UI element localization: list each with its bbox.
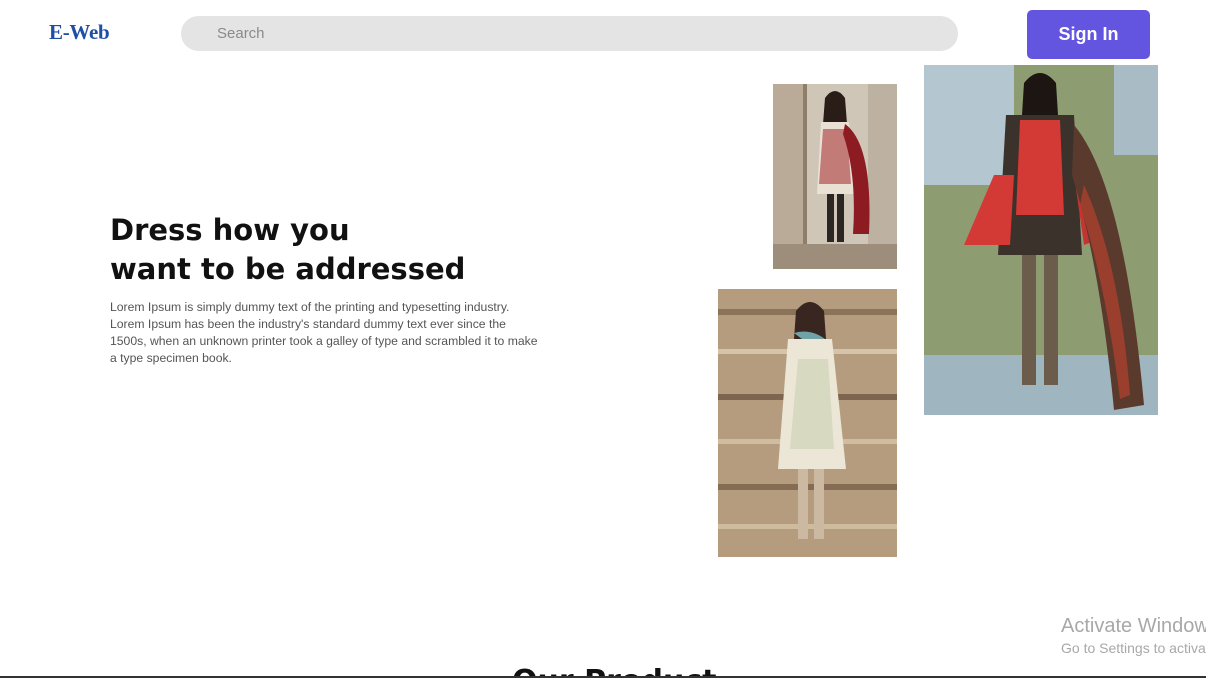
- hero-title: Dress how you want to be addressed: [110, 211, 530, 289]
- model-printed-kurta-photo: [773, 84, 897, 269]
- model-red-black-kurta-photo: [924, 65, 1158, 415]
- sign-in-button[interactable]: Sign In: [1027, 10, 1150, 59]
- hero-title-line-1: Dress how you: [110, 213, 350, 247]
- watermark-title: Activate Windows: [1061, 615, 1206, 637]
- hero-title-line-2: want to be addressed: [110, 252, 466, 286]
- activation-watermark: Activate Windows Go to Settings to activ…: [1061, 614, 1206, 658]
- brand-logo[interactable]: E-Web: [49, 20, 110, 45]
- search-input[interactable]: [181, 16, 958, 51]
- hero-description: Lorem Ipsum is simply dummy text of the …: [110, 300, 538, 365]
- model-cream-embroidered-photo: [718, 289, 897, 557]
- watermark-subtitle: Go to Settings to activate Windows.: [1061, 640, 1206, 656]
